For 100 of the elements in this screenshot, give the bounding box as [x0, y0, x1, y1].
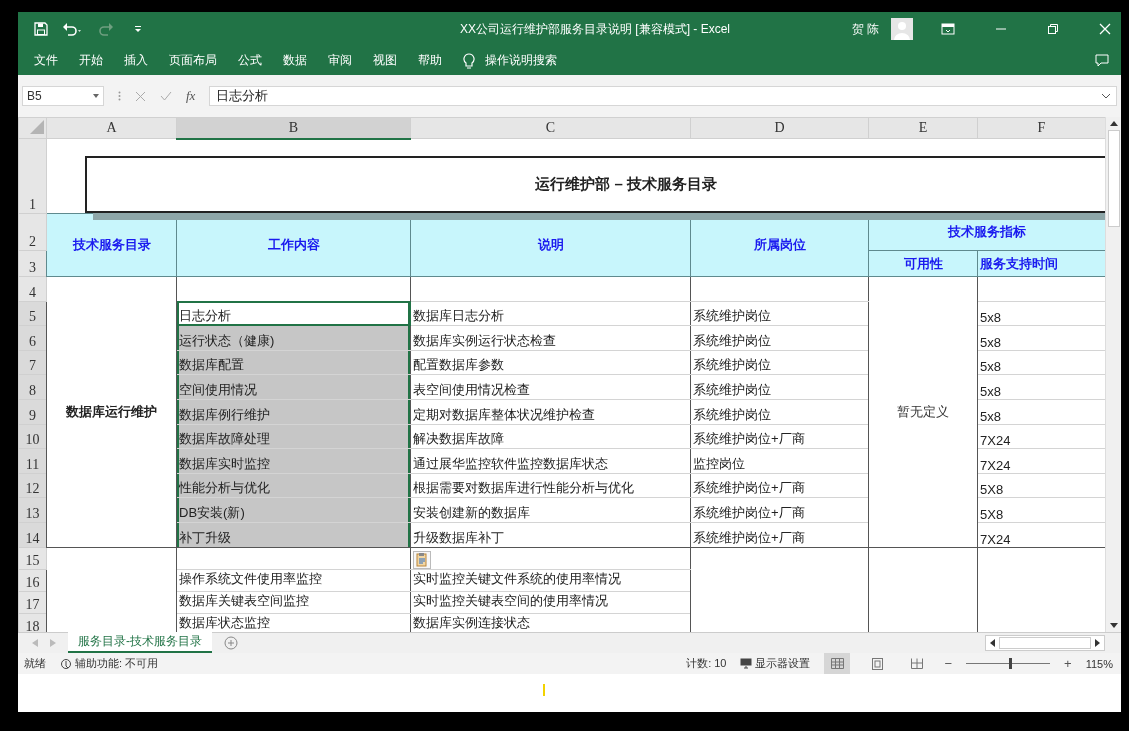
table-header: 技术服务目录	[46, 213, 177, 277]
table-cell: 系统维护岗位	[693, 332, 771, 348]
scroll-up-icon[interactable]	[1109, 121, 1118, 126]
row-header[interactable]: 1	[18, 138, 47, 214]
comment-icon[interactable]	[1095, 54, 1109, 67]
add-sheet-icon[interactable]	[224, 636, 238, 650]
table-cell: 系统维护岗位	[693, 381, 771, 397]
table-cell: 日志分析	[179, 308, 231, 324]
customize-caret-icon[interactable]	[134, 25, 142, 33]
table-cell: 系统维护岗位+厂商	[693, 504, 805, 520]
row-header[interactable]: 7	[18, 350, 47, 375]
table-cell: 解决数据库故障	[413, 431, 504, 447]
formula-input[interactable]: 日志分析	[209, 86, 1117, 106]
row-header[interactable]: 10	[18, 424, 47, 449]
ribbon-tab[interactable]: 帮助	[418, 52, 442, 69]
column-header[interactable]: B	[176, 117, 411, 139]
table-cell: 运行状态（健康)	[179, 332, 275, 348]
tell-me-search[interactable]: 操作说明搜索	[485, 52, 557, 69]
insert-function-button[interactable]: fx	[186, 88, 196, 104]
ribbon-tab[interactable]: 审阅	[328, 52, 352, 69]
column-header[interactable]: D	[690, 117, 869, 139]
row-header[interactable]: 14	[18, 522, 47, 548]
column-header[interactable]: E	[868, 117, 978, 139]
accessibility-icon[interactable]	[60, 657, 72, 670]
ribbon-tab[interactable]: 开始	[79, 52, 103, 69]
row-header[interactable]: 15	[18, 547, 47, 570]
row-header[interactable]: 6	[18, 325, 47, 351]
expand-icon[interactable]	[1102, 93, 1110, 99]
monitor-icon[interactable]	[740, 658, 753, 669]
vertical-scrollbar[interactable]	[1105, 117, 1121, 632]
zoom-out-button[interactable]: −	[944, 656, 953, 671]
table-cell: 系统维护岗位	[693, 406, 771, 422]
ribbon-tab[interactable]: 数据	[283, 52, 307, 69]
sheet-tab[interactable]: 服务目录-技术服务目录	[68, 631, 212, 653]
save-icon[interactable]	[34, 22, 48, 36]
caret-icon[interactable]	[93, 94, 99, 98]
undo-icon[interactable]	[62, 22, 84, 36]
table-cell: 5X8	[980, 482, 1004, 497]
ribbon-tab[interactable]: 视图	[373, 52, 397, 69]
close-icon[interactable]	[1099, 23, 1111, 35]
table-cell: 补丁升级	[179, 529, 231, 545]
accessibility-status[interactable]: 辅助功能: 不可用	[60, 656, 159, 671]
scroll-left-icon[interactable]	[990, 639, 995, 647]
row-header[interactable]: 13	[18, 497, 47, 523]
horizontal-scrollbar[interactable]	[985, 635, 1105, 651]
count-status: 计数: 10	[686, 656, 727, 671]
table-cell: 根据需要对数据库进行性能分析与优化	[413, 480, 634, 496]
ribbon-tab[interactable]: 文件	[34, 52, 58, 69]
table-cell: 7X24	[980, 457, 1011, 473]
lightbulb-icon[interactable]	[463, 52, 475, 69]
row-header[interactable]: 12	[18, 473, 47, 498]
column-header[interactable]: F	[977, 117, 1105, 139]
row-header[interactable]: 2	[18, 213, 47, 251]
table-cell: 数据库日志分析	[413, 308, 504, 324]
table-cell: 数据库故障处理	[179, 431, 270, 447]
cancel-icon[interactable]	[135, 90, 146, 102]
page-break-icon[interactable]	[911, 658, 924, 669]
table-cell: 通过展华监控软件监控数据库状态	[413, 455, 608, 471]
table-cell: 暂无定义	[897, 403, 949, 419]
table-cell: 数据库运行维护	[66, 403, 157, 419]
table-header: 服务支持时间	[977, 250, 1105, 277]
table-cell: 定期对数据库整体状况维护检查	[413, 406, 595, 422]
name-box[interactable]: B5	[22, 86, 104, 106]
column-header[interactable]: C	[410, 117, 691, 139]
zoom-in-button[interactable]: +	[1064, 656, 1072, 671]
table-cell: 系统维护岗位+厂商	[693, 431, 805, 447]
normal-view-button[interactable]	[824, 653, 851, 674]
row-header[interactable]: 11	[18, 448, 47, 474]
row-header[interactable]: 8	[18, 374, 47, 400]
row-header[interactable]: 16	[18, 569, 47, 592]
ribbon-display-icon[interactable]	[941, 23, 955, 35]
display-settings-button[interactable]: 显示器设置	[740, 656, 811, 671]
row-header[interactable]: 3	[18, 250, 47, 277]
grid-icon[interactable]	[831, 658, 844, 669]
scroll-right-icon[interactable]	[1095, 639, 1100, 647]
scroll-thumb[interactable]	[999, 637, 1091, 649]
user-name[interactable]: 贺 陈	[851, 20, 879, 38]
table-cell: 5x8	[980, 359, 1001, 374]
row-header[interactable]: 17	[18, 591, 47, 614]
page-icon[interactable]	[872, 657, 883, 670]
ribbon-tab[interactable]: 插入	[124, 52, 148, 69]
table-cell: 安装创建新的数据库	[413, 504, 530, 520]
table-cell: 数据库实时监控	[179, 455, 270, 471]
table-cell: 操作系统文件使用率监控	[179, 570, 322, 586]
table-cell: 实时监控关键文件系统的使用率情况	[413, 570, 621, 586]
row-header[interactable]: 9	[18, 399, 47, 425]
restore-icon[interactable]	[1047, 23, 1059, 35]
row-header[interactable]: 4	[18, 276, 47, 302]
table-cell: 实时监控关键表空间的使用率情况	[413, 592, 608, 608]
table-cell: 数据库状态监控	[179, 614, 270, 630]
clipboard-icon[interactable]	[413, 550, 431, 569]
scroll-down-icon[interactable]	[1109, 623, 1118, 628]
row-header[interactable]: 5	[18, 301, 47, 326]
more-icon	[118, 91, 121, 101]
scroll-thumb[interactable]	[1107, 130, 1120, 227]
ribbon-tab[interactable]: 公式	[238, 52, 262, 69]
column-header[interactable]: A	[46, 117, 177, 139]
table-cell: 数据库实例连接状态	[413, 614, 530, 630]
zoom-level[interactable]: 115%	[1085, 657, 1113, 670]
ribbon-tab[interactable]: 页面布局	[169, 52, 217, 69]
